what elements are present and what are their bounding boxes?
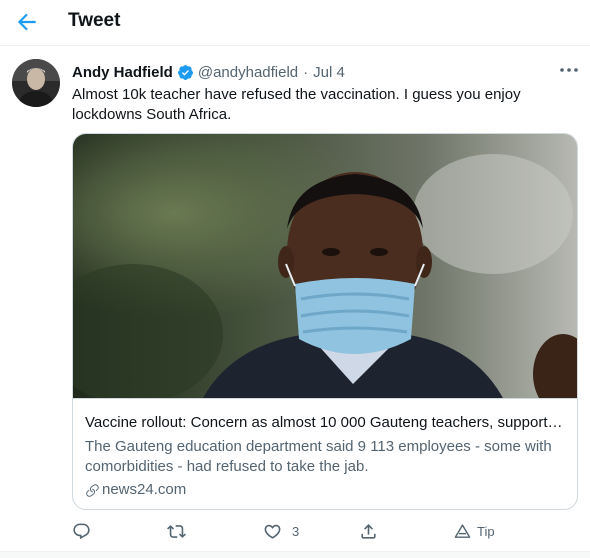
tweet-meta: Andy Hadfield @andyhadfield · Jul 4 [72, 62, 345, 82]
page-title: Tweet [68, 10, 121, 31]
retweet-icon [167, 524, 186, 538]
card-domain-text: news24.com [102, 481, 187, 498]
tweet-text: Almost 10k teacher have refused the vacc… [72, 86, 521, 123]
link-card[interactable]: Vaccine rollout: Concern as almost 10 00… [72, 133, 578, 510]
action-bar: 3 Tip [72, 518, 578, 544]
like-button[interactable]: 3 [263, 518, 299, 544]
card-image [73, 134, 577, 398]
header-bar: Tweet [0, 0, 590, 46]
back-arrow-icon[interactable] [14, 9, 40, 35]
tip-label: Tip [477, 523, 495, 539]
avatar[interactable] [12, 59, 60, 107]
card-description: The Gauteng education department said 9 … [85, 438, 552, 475]
verified-badge-icon [177, 64, 193, 80]
author-name[interactable]: Andy Hadfield [72, 64, 173, 81]
tip-icon [454, 523, 471, 538]
more-options-icon[interactable] [558, 62, 580, 78]
tip-button[interactable]: Tip [454, 518, 495, 544]
share-icon [361, 523, 376, 539]
card-body: Vaccine rollout: Concern as almost 10 00… [73, 398, 577, 509]
bottom-divider [0, 551, 590, 558]
retweet-button[interactable] [167, 518, 186, 544]
like-icon [264, 524, 281, 539]
reply-icon [73, 523, 90, 539]
tweet-date[interactable]: Jul 4 [313, 64, 345, 81]
card-title: Vaccine rollout: Concern as almost 10 00… [85, 414, 565, 431]
author-handle[interactable]: @andyhadfield [198, 64, 298, 81]
link-icon [86, 483, 99, 497]
meta-separator: · [303, 63, 309, 81]
reply-button[interactable] [72, 518, 91, 544]
share-button[interactable] [359, 518, 378, 544]
card-domain: news24.com [85, 480, 565, 500]
like-count: 3 [292, 523, 300, 539]
